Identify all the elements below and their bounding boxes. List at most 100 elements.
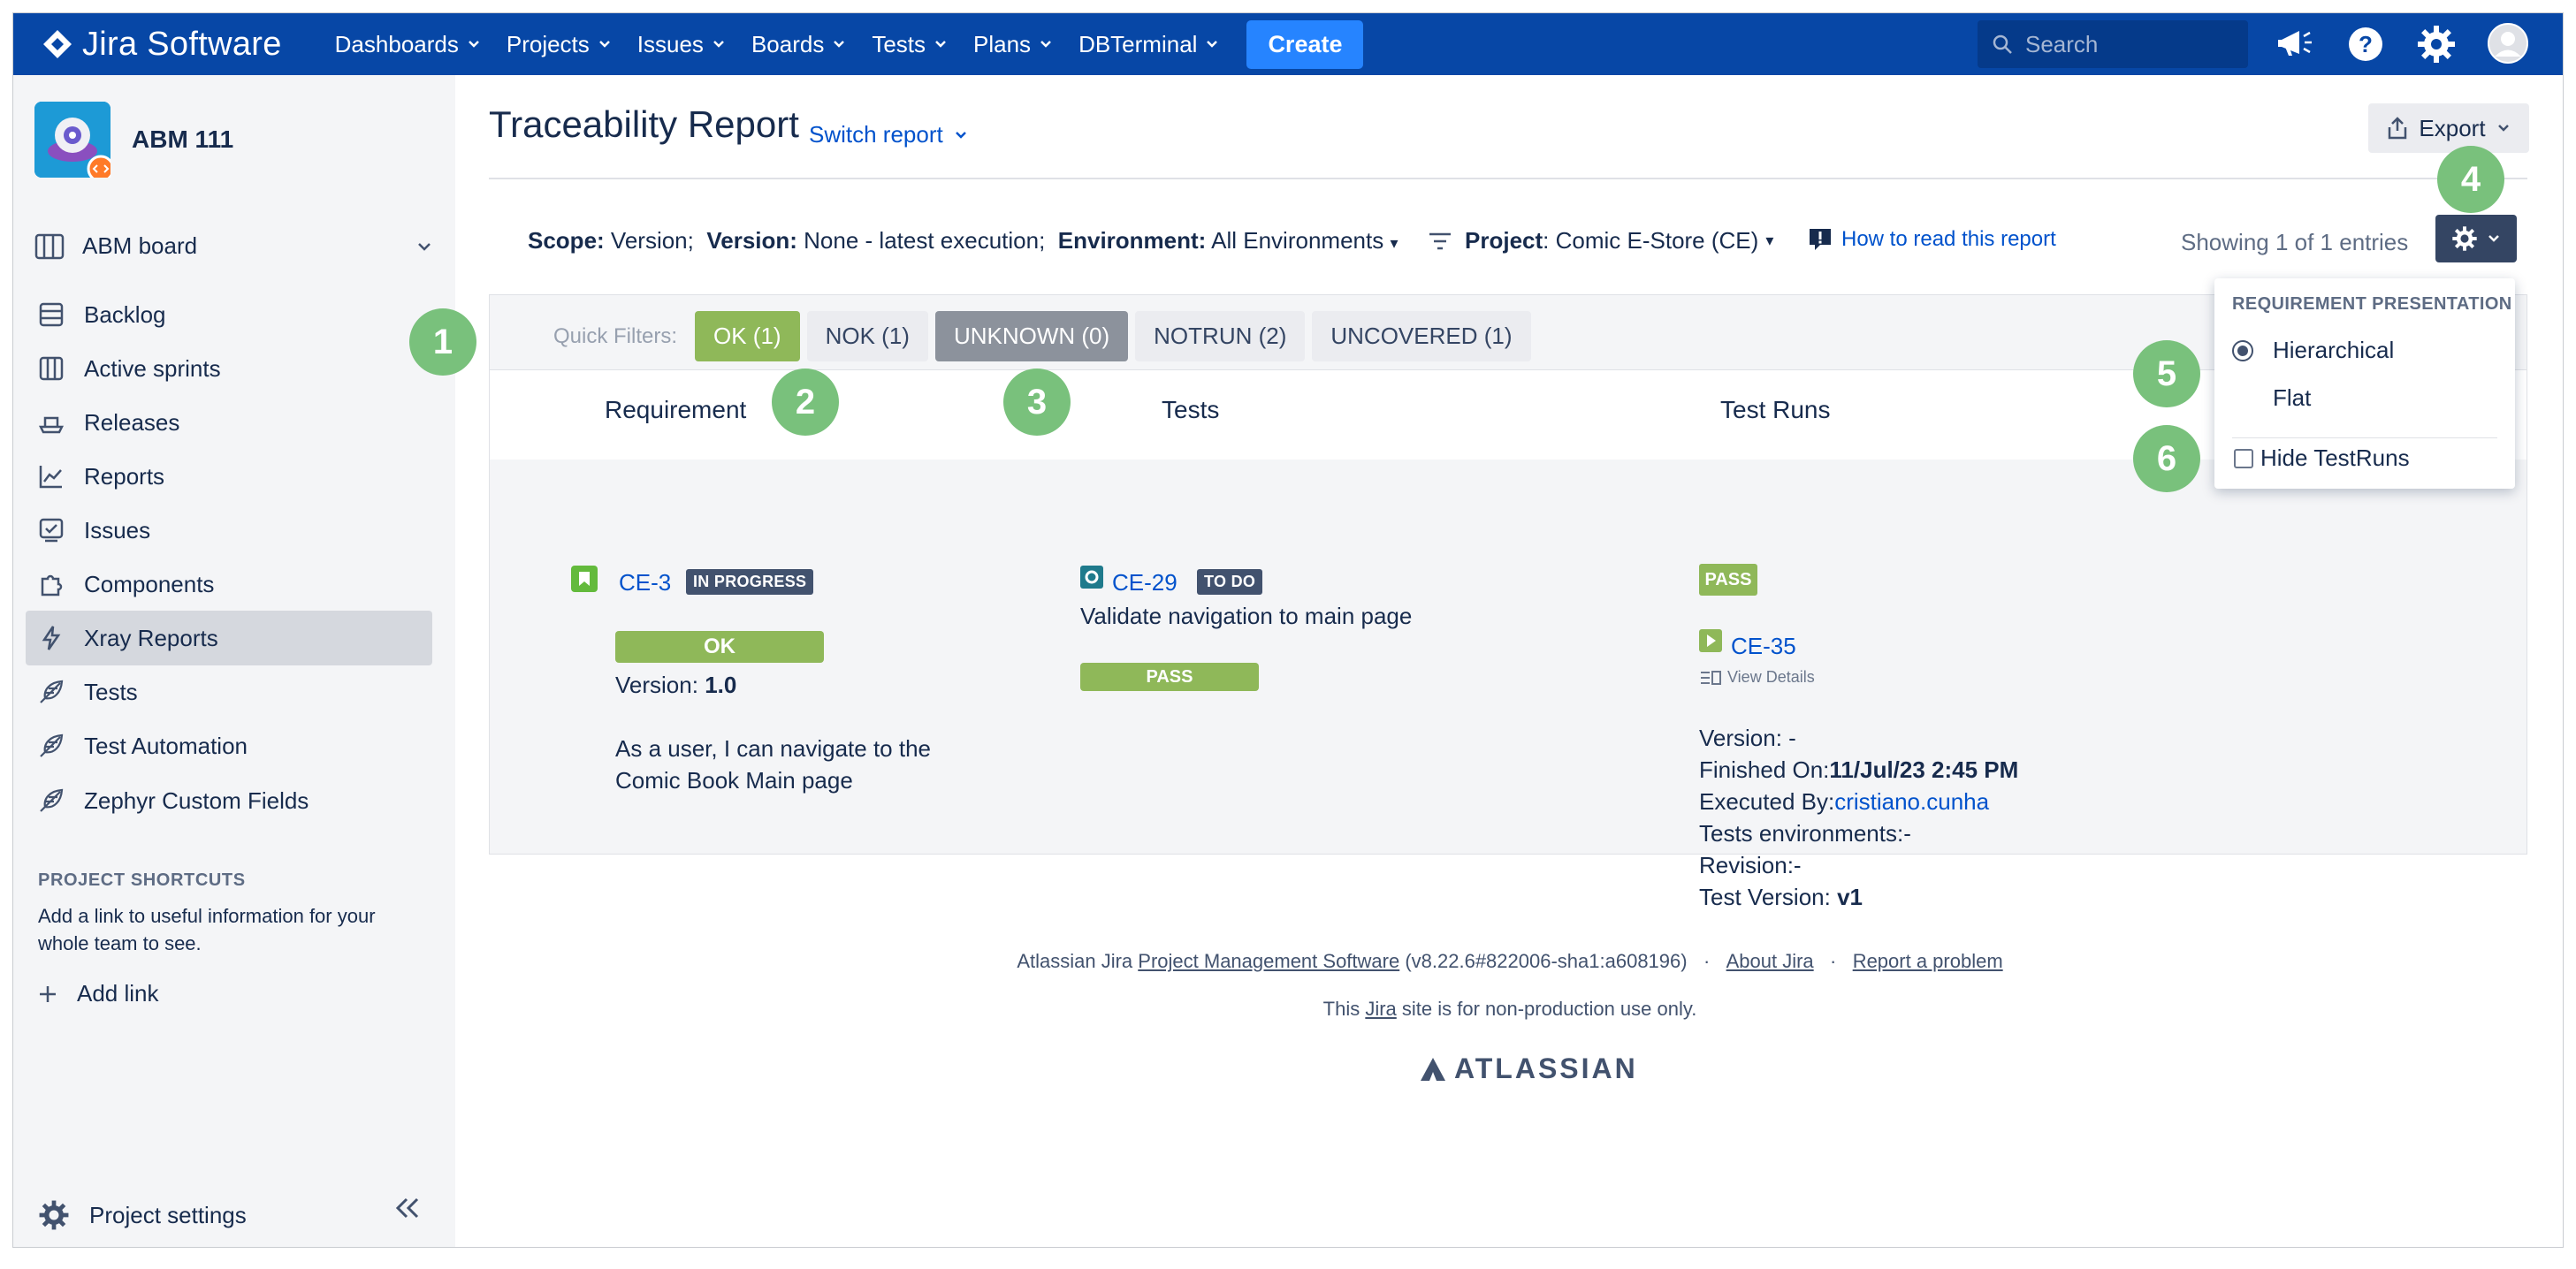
report-problem-link[interactable]: Report a problem <box>1853 950 2003 972</box>
requirement-version-value: 1.0 <box>705 672 737 698</box>
add-link-button[interactable]: Add link <box>38 980 159 1007</box>
footer-line: Atlassian Jira Project Management Softwa… <box>455 950 2563 973</box>
nav-dashboards[interactable]: Dashboards <box>335 20 480 69</box>
user-avatar-icon[interactable] <box>2487 22 2529 65</box>
about-jira-link[interactable]: About Jira <box>1726 950 1814 972</box>
version-value: None - latest execution; <box>804 227 1046 254</box>
project-avatar <box>34 102 111 178</box>
nav-label: Plans <box>973 30 1032 57</box>
option-flat[interactable]: Flat <box>2273 384 2311 412</box>
sidebar-item-test-automation[interactable]: Test Automation <box>26 718 432 773</box>
atlassian-wordmark: ATLASSIAN <box>1454 1052 1638 1084</box>
requirement-key-link[interactable]: CE-3 <box>619 569 671 597</box>
sidebar-item-backlog[interactable]: Backlog <box>26 287 432 342</box>
page-title: Traceability Report <box>489 103 799 145</box>
test-run-key-link[interactable]: CE-35 <box>1731 633 1796 660</box>
footer-pms-link[interactable]: Project Management Software <box>1138 950 1399 972</box>
collapse-sidebar-icon[interactable] <box>393 1196 422 1220</box>
nonprod-suffix: site is for non-production use only. <box>1396 998 1697 1020</box>
project-settings-label: Project settings <box>89 1201 247 1228</box>
sidebar-item-zephyr-custom-fields[interactable]: Zephyr Custom Fields <box>26 773 432 828</box>
test-status-badge: TO DO <box>1197 569 1263 595</box>
option-label: Hierarchical <box>2273 337 2395 363</box>
nav-boards[interactable]: Boards <box>751 20 845 69</box>
callout-badge-2: 2 <box>772 369 839 436</box>
option-hierarchical[interactable]: Hierarchical <box>2232 337 2394 364</box>
top-navigation: Jira Software Dashboards Projects Issues… <box>13 13 2563 75</box>
search-input[interactable]: Search <box>1978 20 2248 68</box>
sidebar-item-xray-reports[interactable]: Xray Reports <box>26 611 432 665</box>
test-key-link[interactable]: CE-29 <box>1112 569 1177 597</box>
radio-selected[interactable] <box>2232 339 2253 361</box>
switch-report-button[interactable]: Switch report <box>809 121 968 148</box>
chevron-down-icon <box>1040 41 1051 48</box>
board-selector[interactable]: ABM board <box>34 232 441 260</box>
test-run-test-version: Test Version: v1 <box>1699 884 1863 911</box>
details-icon <box>1701 670 1721 685</box>
quick-filter-notrun[interactable]: NOTRUN (2) <box>1135 311 1306 361</box>
executed-label: Executed By: <box>1699 788 1835 815</box>
filter-icon <box>1429 232 1451 249</box>
callout-badge-3: 3 <box>1003 369 1071 436</box>
project-filter[interactable]: Project : Comic E-Store (CE) ▾ <box>1428 227 1773 255</box>
quick-filter-uncovered[interactable]: UNCOVERED (1) <box>1312 311 1531 361</box>
view-details-link[interactable]: View Details <box>1699 668 1815 687</box>
test-run-environments: Tests environments:- <box>1699 820 1911 847</box>
sidebar-item-reports[interactable]: Reports <box>26 449 432 504</box>
quick-filters: Quick Filters: OK (1) NOK (1) UNKNOWN (0… <box>553 311 1538 361</box>
board-icon <box>39 356 64 381</box>
settings-gear-icon[interactable] <box>2416 24 2457 65</box>
hide-testruns-checkbox[interactable] <box>2234 448 2253 468</box>
export-button[interactable]: Export <box>2368 103 2529 153</box>
sidebar-item-releases[interactable]: Releases <box>26 395 432 450</box>
requirement-summary-line1: As a user, I can navigate to the <box>615 735 932 762</box>
sidebar-item-issues[interactable]: Issues <box>26 503 432 558</box>
nav-issues[interactable]: Issues <box>637 20 725 69</box>
project-value: : Comic E-Store (CE) <box>1543 227 1759 254</box>
test-summary: Validate navigation to main page <box>1080 603 1413 629</box>
report-settings-button[interactable] <box>2435 215 2517 262</box>
finished-label: Finished On: <box>1699 756 1830 783</box>
create-button[interactable]: Create <box>1246 19 1364 69</box>
requirement-version: Version: 1.0 <box>615 672 736 699</box>
project-settings-link[interactable]: Project settings <box>38 1199 247 1231</box>
project-robot-icon <box>34 102 111 178</box>
quick-filters-label: Quick Filters: <box>553 323 678 348</box>
environment-value: All Environments <box>1211 227 1384 254</box>
environment-dropdown[interactable]: All Environments ▾ <box>1211 227 1398 254</box>
quick-filter-nok[interactable]: NOK (1) <box>806 311 928 361</box>
jira-logo[interactable]: Jira Software <box>42 26 282 64</box>
nav-dbterminal[interactable]: DBTerminal <box>1078 20 1218 69</box>
board-icon <box>34 233 65 259</box>
sidebar-item-label: Issues <box>84 516 151 543</box>
help-icon[interactable]: ? <box>2347 26 2384 63</box>
sidebar-item-components[interactable]: Components <box>26 557 432 612</box>
sidebar-item-label: Xray Reports <box>84 624 218 651</box>
sidebar-item-active-sprints[interactable]: Active sprints <box>26 341 432 396</box>
version-label: Version: <box>706 227 797 254</box>
ship-icon <box>38 416 65 434</box>
how-to-read-link[interactable]: How to read this report <box>1808 227 2056 252</box>
sidebar-item-tests[interactable]: Tests <box>26 665 432 719</box>
chevron-down-icon <box>713 41 724 48</box>
megaphone-icon[interactable] <box>2276 26 2315 61</box>
atlassian-mark-icon <box>1421 1057 1445 1081</box>
feather-icon <box>40 733 64 757</box>
hide-testruns-option[interactable]: Hide TestRuns <box>2234 445 2410 472</box>
project-header[interactable]: ABM 111 <box>34 102 233 178</box>
nav-projects[interactable]: Projects <box>507 20 611 69</box>
hide-testruns-label: Hide TestRuns <box>2260 445 2410 471</box>
executed-by-user-link[interactable]: cristiano.cunha <box>1834 788 1989 815</box>
sidebar-item-label: Releases <box>84 408 180 436</box>
jira-link[interactable]: Jira <box>1365 998 1396 1020</box>
nav-plans[interactable]: Plans <box>973 20 1052 69</box>
callout-badge-5: 5 <box>2133 340 2200 407</box>
nav-tests[interactable]: Tests <box>872 20 947 69</box>
test-version-value: v1 <box>1837 884 1863 910</box>
environment-label: Environment: <box>1057 227 1207 254</box>
scope-label: Scope: <box>528 227 605 254</box>
dropdown-title: REQUIREMENT PRESENTATION <box>2232 294 2512 314</box>
quick-filter-unknown[interactable]: UNKNOWN (0) <box>934 311 1129 361</box>
issues-icon <box>39 518 64 543</box>
quick-filter-ok[interactable]: OK (1) <box>695 311 800 361</box>
